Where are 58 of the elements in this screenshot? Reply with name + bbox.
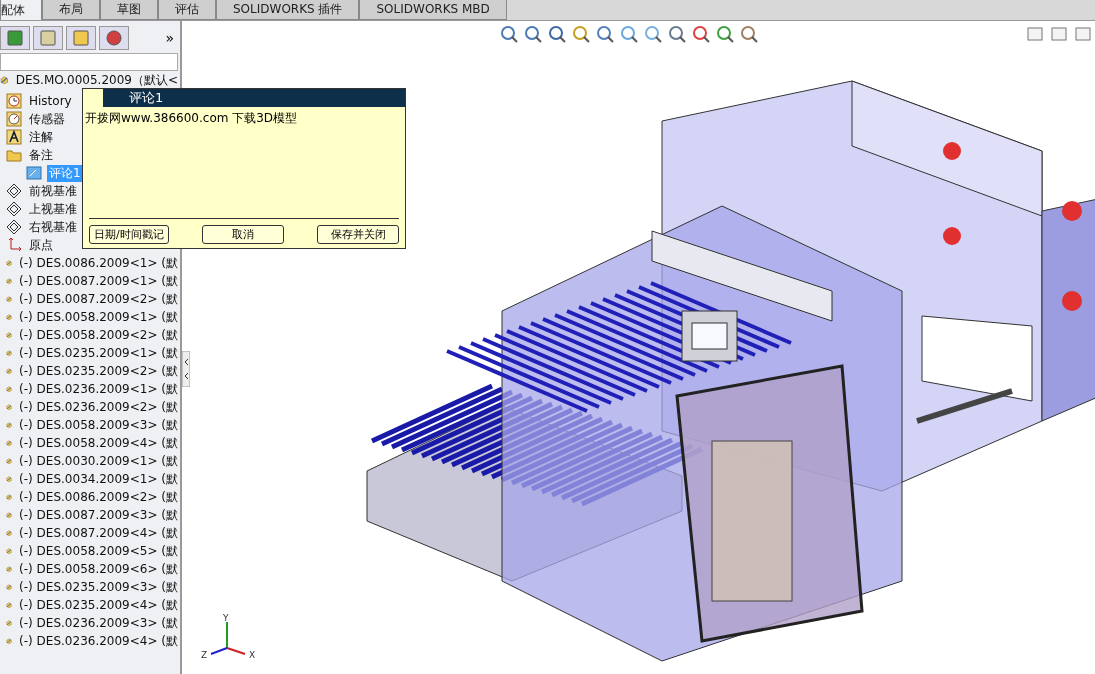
tree-item[interactable]: (-) DES.0086.2009<1> (默	[17, 254, 180, 272]
axis-label: X	[249, 650, 256, 660]
tree-item[interactable]: (-) DES.0236.2009<2> (默	[17, 398, 180, 416]
zoom-area-icon[interactable]	[524, 25, 542, 43]
tree-item[interactable]: (-) DES.0087.2009<2> (默	[17, 290, 180, 308]
tree-item[interactable]: (-) DES.0236.2009<3> (默	[17, 614, 180, 632]
zoom-fit-icon[interactable]	[500, 25, 518, 43]
tree-item[interactable]: (-) DES.0058.2009<6> (默	[17, 560, 180, 578]
comment-title: 评论1	[128, 89, 164, 107]
tree-item[interactable]: 注解	[27, 128, 55, 146]
tree-item[interactable]: (-) DES.0236.2009<4> (默	[17, 632, 180, 650]
filter-field[interactable]	[0, 53, 178, 71]
ribbon-tab[interactable]: 草图	[100, 0, 158, 20]
ribbon-tab[interactable]: SOLIDWORKS MBD	[359, 0, 507, 20]
assembly-name[interactable]: DES.MO.0005.2009（默认<	[13, 71, 180, 89]
plane-icon	[6, 201, 22, 217]
gauge-icon	[6, 111, 22, 127]
comment-button[interactable]: 取消	[201, 225, 284, 244]
ribbon-tab[interactable]: 评估	[158, 0, 216, 20]
ribbon-tab[interactable]: SOLIDWORKS 插件	[216, 0, 360, 20]
comment-button[interactable]: 保存并关闭	[317, 225, 399, 244]
tree-item[interactable]: (-) DES.0034.2009<1> (默	[17, 470, 180, 488]
origin-icon	[6, 237, 22, 253]
axis-label: Z	[201, 650, 208, 660]
tree-item[interactable]: (-) DES.0030.2009<1> (默	[17, 452, 180, 470]
ribbon-tab[interactable]: 配体	[0, 0, 42, 20]
tree-item[interactable]: (-) DES.0058.2009<5> (默	[17, 542, 180, 560]
tree-item[interactable]: (-) DES.0087.2009<1> (默	[17, 272, 180, 290]
ribbon-tab[interactable]: 布局	[42, 0, 100, 20]
tree-item[interactable]: (-) DES.0235.2009<4> (默	[17, 596, 180, 614]
tree-item[interactable]: (-) DES.0058.2009<1> (默	[17, 308, 180, 326]
tree-item[interactable]: (-) DES.0087.2009<4> (默	[17, 524, 180, 542]
tree-item[interactable]: 原点	[27, 236, 55, 254]
tree-item[interactable]: 备注	[27, 146, 55, 164]
collapse-handle-icon[interactable]	[182, 351, 190, 387]
tree-item[interactable]: (-) DES.0058.2009<3> (默	[17, 416, 180, 434]
tree-item[interactable]: 上视基准	[27, 200, 79, 218]
tree-item[interactable]: 前视基准	[27, 182, 79, 200]
plane-icon	[6, 183, 22, 199]
tree-item[interactable]: (-) DES.0235.2009<2> (默	[17, 362, 180, 380]
tree-item[interactable]: (-) DES.0235.2009<3> (默	[17, 578, 180, 596]
comment-text[interactable]: 开拨网www.386600.com 下载3D模型	[83, 107, 405, 218]
clock-icon	[6, 93, 22, 109]
tree-item[interactable]: (-) DES.0235.2009<1> (默	[17, 344, 180, 362]
folder-icon	[6, 147, 22, 163]
tree-item[interactable]: 传感器	[27, 110, 67, 128]
tree-item[interactable]: (-) DES.0087.2009<3> (默	[17, 506, 180, 524]
tree-item[interactable]: 右视基准	[27, 218, 79, 236]
tree-item[interactable]: (-) DES.0058.2009<2> (默	[17, 326, 180, 344]
tree-item[interactable]: (-) DES.0236.2009<1> (默	[17, 380, 180, 398]
axis-label: Y	[223, 613, 229, 623]
plane-icon	[6, 219, 22, 235]
more-button[interactable]: »	[165, 30, 174, 46]
letter-a-icon	[6, 129, 22, 145]
tree-item[interactable]: (-) DES.0086.2009<2> (默	[17, 488, 180, 506]
comment-button[interactable]: 日期/时间戳记	[89, 225, 169, 244]
tree-item[interactable]: History	[27, 94, 74, 108]
tree-item[interactable]: (-) DES.0058.2009<4> (默	[17, 434, 180, 452]
